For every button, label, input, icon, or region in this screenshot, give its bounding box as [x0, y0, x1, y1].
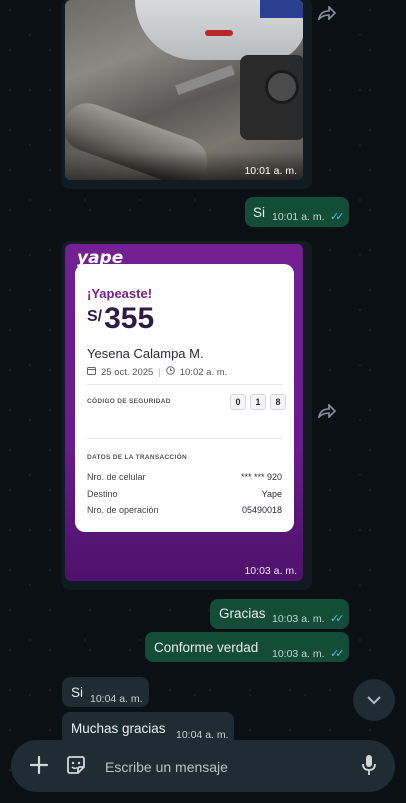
receipt-datetime: 25 oct. 2025 | 10:02 a. m. — [87, 366, 227, 378]
read-receipt-icon: ✓✓ — [330, 648, 345, 660]
forward-icon[interactable] — [314, 0, 340, 26]
mic-button[interactable] — [359, 754, 379, 776]
forward-icon[interactable] — [314, 398, 340, 424]
message-time: 10:01 a. m. — [244, 165, 297, 177]
currency-symbol: S/ — [87, 308, 103, 325]
divider — [87, 438, 282, 439]
message-bubble-out[interactable]: Conforme verdad 10:03 a. m. ✓✓ — [145, 632, 349, 662]
recipient-name: Yesena Calampa M. — [87, 346, 204, 361]
yape-receipt-image[interactable]: yape ¡Yapeaste! S/ 355 Yesena Calampa M.… — [65, 244, 303, 581]
detail-value: 05490018 — [241, 505, 282, 515]
detail-row: Nro. de operación 05490018 — [87, 505, 282, 515]
security-digit: 1 — [250, 394, 266, 410]
message-composer — [11, 740, 395, 792]
read-receipt-icon: ✓✓ — [330, 211, 345, 223]
divider — [87, 384, 282, 385]
chevron-down-icon — [367, 696, 381, 705]
security-digit: 0 — [230, 394, 246, 410]
receipt-header: ¡Yapeaste! — [87, 286, 153, 301]
moto-decal — [205, 30, 233, 36]
moto-engine-cover — [265, 70, 299, 104]
security-code: 0 1 8 — [230, 394, 286, 410]
message-time: 10:03 a. m. — [272, 648, 325, 660]
message-input[interactable] — [103, 752, 347, 782]
message-bubble-out[interactable]: Si 10:01 a. m. ✓✓ — [245, 197, 349, 227]
receipt-date: 25 oct. 2025 — [101, 366, 154, 378]
detail-row: Nro. de celular *** *** 920 — [87, 472, 282, 482]
message-text: Muchas gracias — [71, 721, 166, 736]
read-receipt-icon: ✓✓ — [330, 613, 345, 625]
clock-icon — [165, 366, 175, 378]
detail-row: Destino Yape — [87, 489, 282, 499]
security-code-label: CÓDIGO DE SEGURIDAD — [87, 398, 171, 405]
attach-button[interactable] — [27, 753, 51, 777]
transaction-details-label: DATOS DE LA TRANSACCIÓN — [87, 454, 187, 461]
detail-value: *** *** 920 — [240, 472, 282, 482]
detail-label: Nro. de operación — [87, 505, 159, 515]
message-time: 10:01 a. m. — [272, 211, 325, 223]
motorcycle-photo[interactable]: 10:01 a. m. — [65, 0, 303, 180]
calendar-icon — [87, 366, 96, 378]
plus-icon — [29, 755, 49, 775]
receipt-time: 10:02 a. m. — [179, 366, 228, 378]
sticker-icon — [67, 756, 85, 774]
mic-icon — [362, 755, 376, 775]
message-time: 10:03 a. m. — [272, 613, 325, 625]
message-text: Si — [253, 205, 266, 220]
receipt-card: ¡Yapeaste! S/ 355 Yesena Calampa M. 25 o… — [75, 264, 294, 532]
detail-value: Yape — [261, 489, 282, 499]
message-time: 10:04 a. m. — [90, 693, 143, 705]
amount-value: 355 — [104, 302, 155, 335]
moto-frame — [175, 65, 235, 95]
message-text: Conforme verdad — [154, 640, 259, 655]
scroll-down-button[interactable] — [353, 679, 395, 721]
message-bubble-in[interactable]: Si 10:04 a. m. — [62, 677, 149, 707]
message-bubble-out[interactable]: Gracias 10:03 a. m. ✓✓ — [210, 599, 349, 629]
receipt-amount: S/ 355 — [87, 302, 154, 336]
message-time: 10:03 a. m. — [244, 565, 297, 577]
sticker-button[interactable] — [65, 754, 87, 776]
security-digit: 8 — [270, 394, 286, 410]
message-text: Gracias — [219, 606, 266, 621]
detail-label: Destino — [87, 489, 118, 499]
detail-label: Nro. de celular — [87, 472, 146, 482]
message-text: Si — [71, 685, 84, 700]
moto-blue-panel — [260, 0, 303, 18]
